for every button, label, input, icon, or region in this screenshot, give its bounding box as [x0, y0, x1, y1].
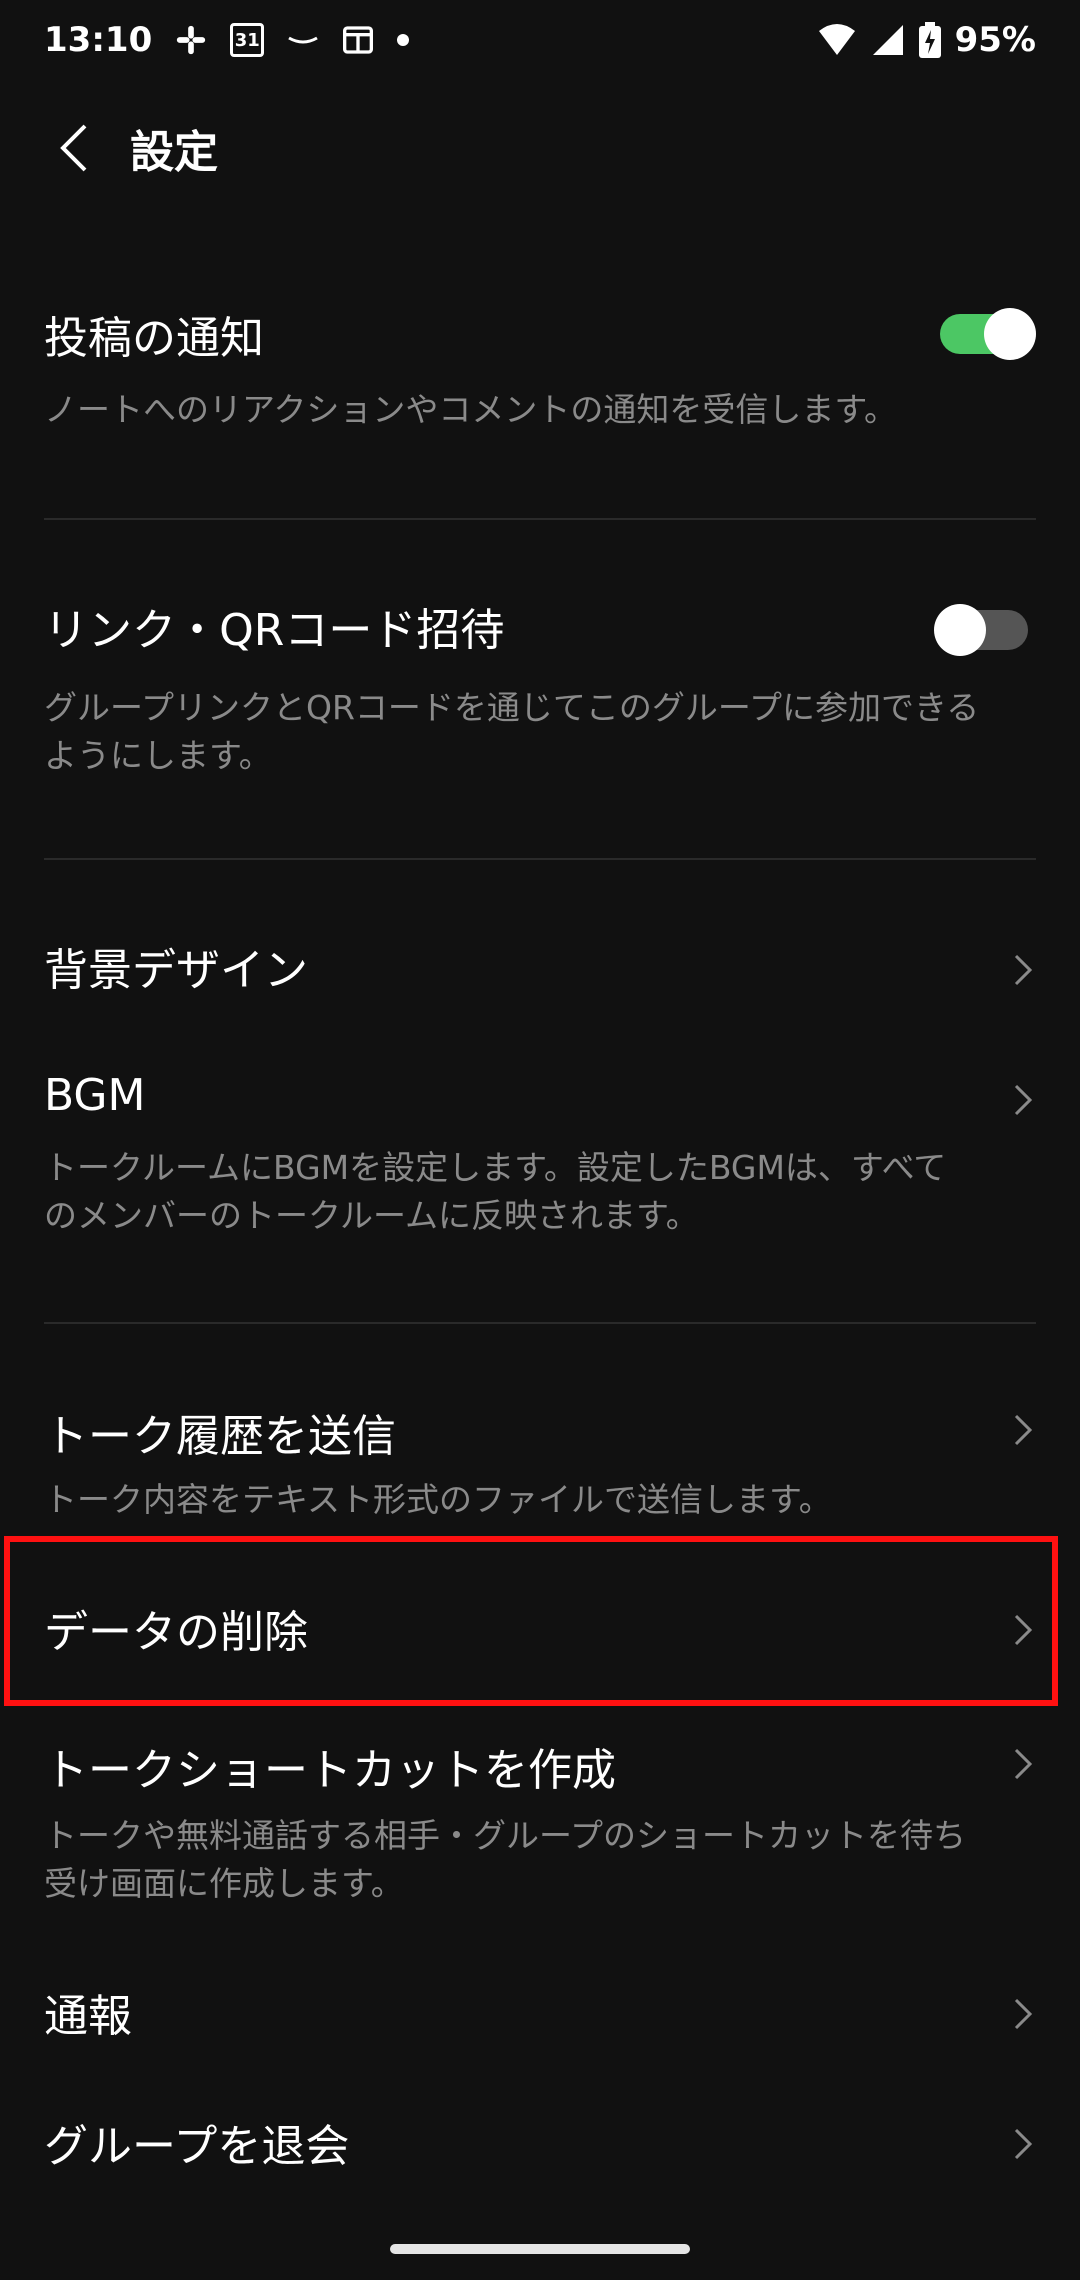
home-indicator[interactable] [390, 2244, 690, 2254]
link-invite-toggle[interactable] [934, 604, 1028, 656]
divider [44, 1322, 1036, 1324]
calendar-day: 31 [234, 29, 260, 51]
setting-bgm[interactable]: BGM トークルームにBGMを設定します。設定したBGMは、すべて のメンバーの… [0, 1040, 1080, 1240]
chevron-right-icon [1014, 2128, 1033, 2160]
setting-post-notification: 投稿の通知 ノートへのリアクションやコメントの通知を受信します。 [0, 290, 1080, 450]
setting-title: リンク・QRコード招待 [44, 605, 505, 656]
setting-title: BGM [44, 1070, 146, 1121]
setting-title: グループを退会 [44, 2121, 350, 2172]
divider [44, 858, 1036, 860]
setting-description-line2: 受け画面に作成します。 [44, 1864, 404, 1903]
chevron-right-icon [1014, 1998, 1033, 2030]
setting-description-line2: のメンバーのトークルームに反映されます。 [44, 1196, 699, 1235]
battery-percent: 95% [954, 20, 1036, 60]
setting-create-shortcut[interactable]: トークショートカットを作成 トークや無料通話する相手・グループのショートカットを… [0, 1720, 1080, 1920]
setting-background-design[interactable]: 背景デザイン [0, 900, 1080, 1030]
battery-icon [918, 22, 941, 58]
signal-icon [871, 23, 905, 57]
setting-description: ノートへのリアクションやコメントの通知を受信します。 [44, 390, 898, 429]
setting-leave-group[interactable]: グループを退会 [0, 2090, 1080, 2200]
setting-description-line1: グループリンクとQRコードを通じてこのグループに参加できる [44, 688, 980, 727]
chevron-right-icon [1014, 1084, 1033, 1116]
chevron-right-icon [1014, 1748, 1033, 1780]
calendar-icon: 31 [230, 23, 265, 57]
setting-description: トーク内容をテキスト形式のファイルで送信します。 [44, 1480, 832, 1519]
setting-title: トークショートカットを作成 [44, 1745, 616, 1796]
news-icon [342, 24, 374, 56]
setting-report[interactable]: 通報 [0, 1960, 1080, 2070]
page-title: 設定 [130, 127, 218, 178]
highlight-box [4, 1536, 1058, 1706]
chevron-right-icon [1014, 1414, 1033, 1446]
setting-description-line1: トークルームにBGMを設定します。設定したBGMは、すべて [44, 1148, 947, 1187]
chevron-right-icon [1014, 954, 1033, 986]
setting-description-line1: トークや無料通話する相手・グループのショートカットを待ち [44, 1816, 967, 1855]
divider [44, 518, 1036, 520]
setting-title: 背景デザイン [44, 945, 308, 996]
amazon-icon [286, 30, 320, 50]
status-time: 13:10 [44, 20, 153, 60]
setting-title: トーク履歴を送信 [44, 1411, 396, 1462]
setting-title: 通報 [44, 1991, 132, 2042]
toggle-knob [984, 308, 1036, 360]
toggle-knob [934, 604, 986, 656]
setting-send-talk-history[interactable]: トーク履歴を送信 トーク内容をテキスト形式のファイルで送信します。 [0, 1376, 1080, 1526]
post-notification-toggle[interactable] [940, 308, 1036, 360]
back-button[interactable] [44, 118, 104, 178]
app-bar: 設定 [0, 100, 1080, 190]
wifi-icon [817, 23, 857, 57]
dot-icon [396, 33, 410, 47]
setting-link-invite: リンク・QRコード招待 グループリンクとQRコードを通じてこのグループに参加でき… [0, 584, 1080, 784]
back-arrow-icon [60, 124, 87, 172]
setting-title: 投稿の通知 [44, 313, 264, 364]
slack-icon [174, 23, 208, 57]
status-bar: 13:10 31 95% [0, 0, 1080, 80]
setting-description-line2: ようにします。 [44, 736, 272, 775]
